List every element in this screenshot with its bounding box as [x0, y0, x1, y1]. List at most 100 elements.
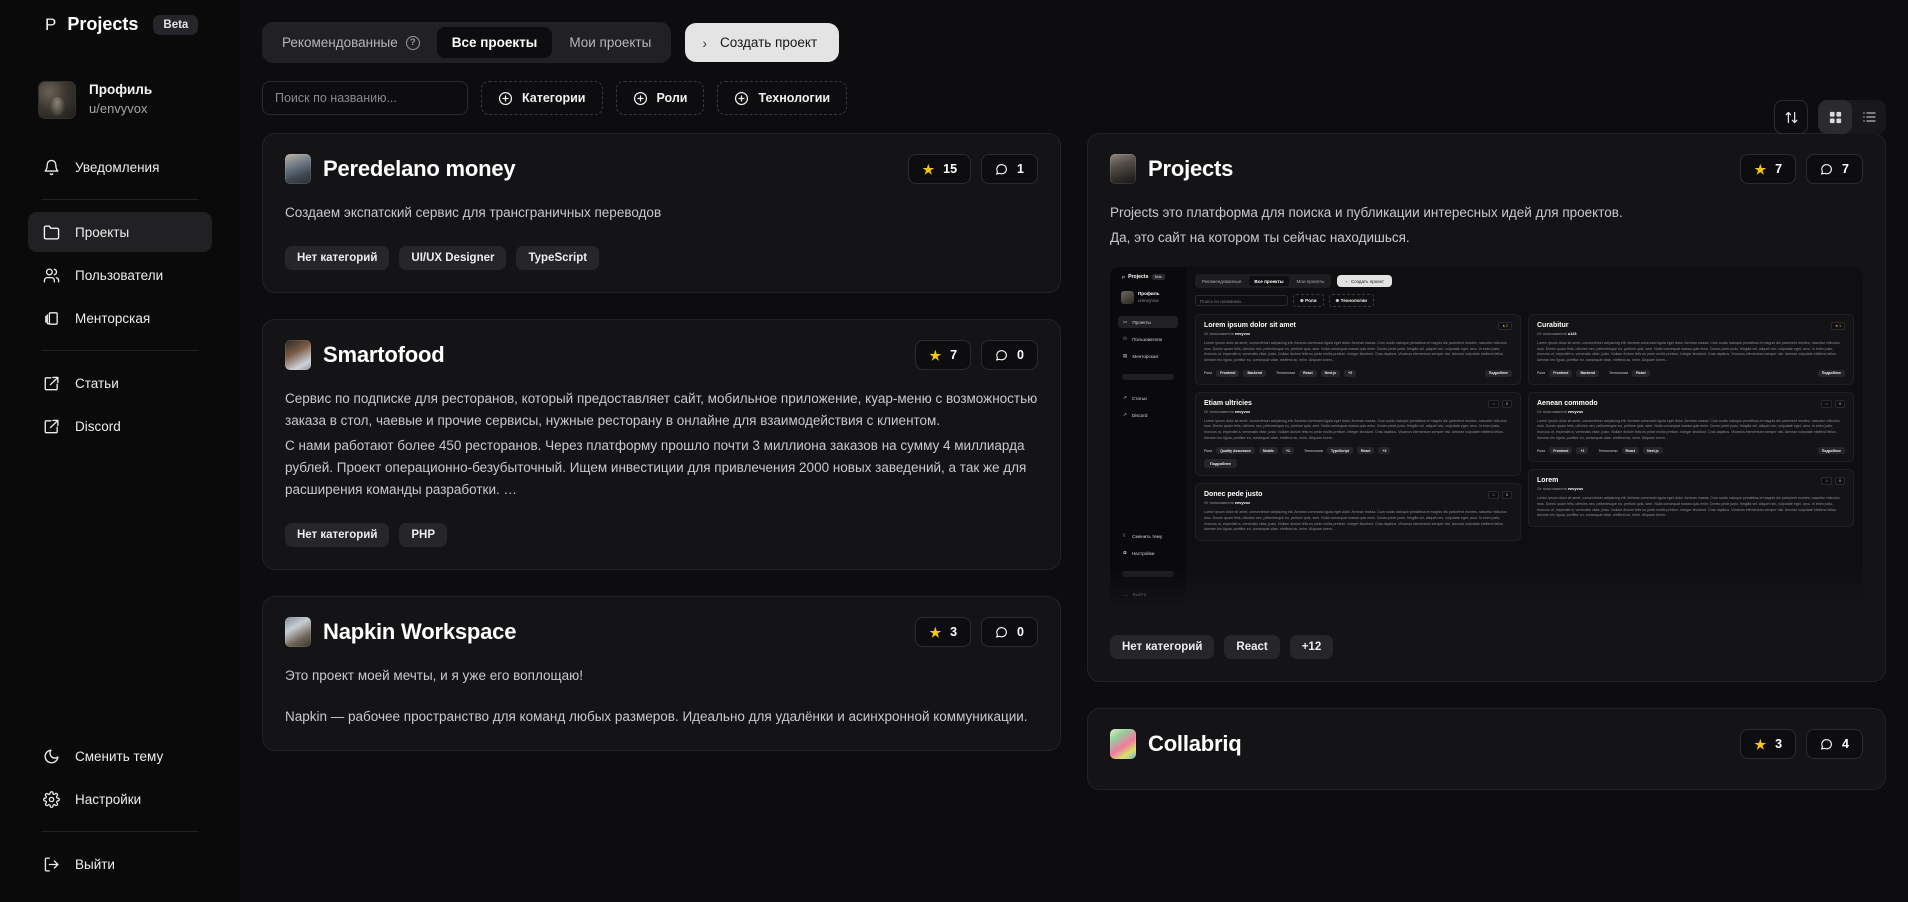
tag[interactable]: Нет категорий [285, 246, 390, 270]
sidebar-item-theme[interactable]: Сменить тему [28, 736, 212, 776]
star-count[interactable]: ★ 15 [908, 154, 972, 184]
comment-icon [1821, 163, 1832, 175]
preview-toolbar: Рекомендованные Все проекты Мои проекты … [1195, 274, 1854, 288]
star-icon: ★ [922, 161, 935, 177]
tab-recommended[interactable]: Рекомендованные ? [267, 27, 435, 58]
tag[interactable]: TypeScript [516, 246, 600, 270]
beta-badge: Beta [153, 14, 199, 35]
brand[interactable]: P Projects Beta [28, 0, 212, 35]
gear-icon: ✿ [1123, 550, 1127, 555]
preview-card-title: Curabitur [1537, 322, 1569, 329]
view-tools [1774, 100, 1886, 134]
project-card[interactable]: Collabriq ★ 3 4 [1087, 708, 1886, 790]
preview-card-stats: ★ 2 [1498, 322, 1512, 330]
card-header: Smartofood ★ 7 0 [285, 340, 1038, 370]
project-avatar [1110, 729, 1136, 759]
project-avatar [285, 617, 311, 647]
users-icon: ⚇ [1123, 336, 1128, 342]
search-field[interactable] [262, 81, 468, 115]
preview-profile-name: Профиль [1138, 291, 1160, 296]
sidebar-item-users[interactable]: Пользователи [28, 255, 212, 295]
preview-project-card: ☆ 0 Donec pede justo От пользователя envy… [1195, 483, 1521, 542]
filter-roles[interactable]: Роли [615, 81, 705, 115]
profile-link[interactable]: Профиль u/envyvox [28, 35, 212, 119]
card-stats: ★ 7 0 [915, 340, 1038, 370]
preview-byline-prefix: От пользователя [1204, 501, 1234, 506]
tag[interactable]: +12 [1289, 635, 1334, 659]
create-project-button[interactable]: › Создать проект [685, 23, 840, 62]
card-header: Napkin Workspace ★ 3 0 [285, 617, 1038, 647]
preview-card-body: Lorem ipsum dolor sit amet, consectetuer… [1537, 418, 1840, 440]
tab-label: Мои проекты [569, 35, 652, 50]
brand-logo-icon: P [45, 14, 57, 34]
tag[interactable]: UI/UX Designer [399, 246, 507, 270]
comment-count[interactable]: 4 [1806, 729, 1863, 759]
sidebar-item-mentorship[interactable]: Менторская [28, 298, 212, 338]
preview-card-byline: От пользователя envyvox [1204, 410, 1512, 414]
tag[interactable]: React [1224, 635, 1280, 659]
grid-view-icon [1829, 111, 1841, 123]
preview-search-input: Поиск по названию... [1195, 295, 1288, 306]
project-title: Smartofood [323, 342, 445, 367]
star-outline-icon: ☆ [1488, 491, 1500, 500]
preview-card-body: Lorem ipsum dolor sit amet, consectetuer… [1204, 341, 1507, 363]
profile-name: Профиль [89, 82, 153, 98]
preview-create-label: Создать проект [1350, 278, 1385, 284]
sidebar-item-settings[interactable]: Настройки [28, 779, 212, 819]
project-card[interactable]: Smartofood ★ 7 0 Сервис по подписке для … [262, 319, 1061, 570]
preview-tab-recommended: Рекомендованные [1202, 278, 1242, 284]
preview-project-card: ★ 2 Lorem ipsum dolor sit amet От пользо… [1195, 314, 1521, 385]
star-count[interactable]: ★ 3 [1740, 729, 1797, 759]
preview-grid-col-left: ★ 2 Lorem ipsum dolor sit amet От пользо… [1195, 314, 1521, 542]
tag[interactable]: Нет категорий [285, 523, 390, 547]
star-count[interactable]: ★ 7 [915, 340, 972, 370]
star-count[interactable]: ★ 3 [915, 617, 972, 647]
sidebar-item-logout[interactable]: Выйти [28, 844, 212, 884]
preview-tag: Frontend [1549, 447, 1573, 455]
search-input[interactable] [275, 91, 455, 105]
comment-count[interactable]: 0 [981, 340, 1038, 370]
avatar [38, 81, 76, 119]
list-view-button[interactable] [1852, 100, 1886, 134]
grid-view-button[interactable] [1818, 100, 1852, 134]
project-preview-image[interactable]: P Projects Beta Профиль u/envyvox ▭ Прое… [1110, 267, 1863, 613]
create-project-label: Создать проект [720, 35, 818, 50]
preview-tag: Quality Assurance [1216, 447, 1255, 455]
preview-details-button: Подробнее [1817, 447, 1845, 455]
comment-count[interactable]: 1 [981, 154, 1038, 184]
filter-technologies[interactable]: Технологии [717, 81, 848, 115]
card-header: Projects ★ 7 7 [1110, 154, 1863, 184]
preview-card-byline: От пользователя envyvox [1204, 332, 1512, 336]
preview-details-button: Подробнее [1817, 369, 1845, 377]
preview-tag: +1 [1576, 447, 1589, 455]
sort-button[interactable] [1774, 100, 1808, 134]
comment-icon: 0 [1835, 477, 1845, 486]
sidebar-item-discord[interactable]: Discord [28, 406, 212, 446]
preview-filter-tech: ⊕ Технологии [1328, 294, 1374, 307]
comment-count[interactable]: 7 [1806, 154, 1863, 184]
comment-count[interactable]: 0 [981, 617, 1038, 647]
description-paragraph: Projects это платформа для поиска и публ… [1110, 205, 1623, 220]
sidebar-item-label: Статьи [75, 375, 119, 391]
tag[interactable]: PHP [399, 523, 448, 547]
project-card[interactable]: Projects ★ 7 7 Projects это платформа дл… [1087, 133, 1886, 682]
star-count[interactable]: ★ 7 [1740, 154, 1797, 184]
help-icon[interactable]: ? [405, 35, 420, 50]
tab-my-projects[interactable]: Мои проекты [554, 27, 666, 58]
preview-card-stats: ★ 1 [1831, 322, 1845, 330]
description-paragraph: С нами работают более 450 ресторанов. Че… [285, 438, 1027, 497]
sidebar-item-projects[interactable]: Проекты [28, 212, 212, 252]
sidebar-item-notifications[interactable]: Уведомления [28, 147, 212, 187]
preview-card-body: Lorem ipsum dolor sit amet, consectetuer… [1204, 510, 1507, 532]
preview-star-value: 1 [1839, 324, 1841, 328]
tab-all-projects[interactable]: Все проекты [436, 27, 553, 58]
sidebar-item-articles[interactable]: Статьи [28, 363, 212, 403]
preview-beta-badge: Beta [1151, 274, 1165, 280]
description-paragraph: Да, это сайт на котором ты сейчас находи… [1110, 230, 1410, 245]
tag[interactable]: Нет категорий [1110, 635, 1215, 659]
filter-categories[interactable]: Категории [481, 81, 603, 115]
project-card[interactable]: Napkin Workspace ★ 3 0 Это проект моей м… [262, 596, 1061, 751]
project-card[interactable]: Peredelano money ★ 15 1 Создаем экспатск… [262, 133, 1061, 293]
preview-main: Рекомендованные Все проекты Мои проекты … [1186, 267, 1863, 613]
preview-tech-label: Технологии [1609, 371, 1629, 376]
